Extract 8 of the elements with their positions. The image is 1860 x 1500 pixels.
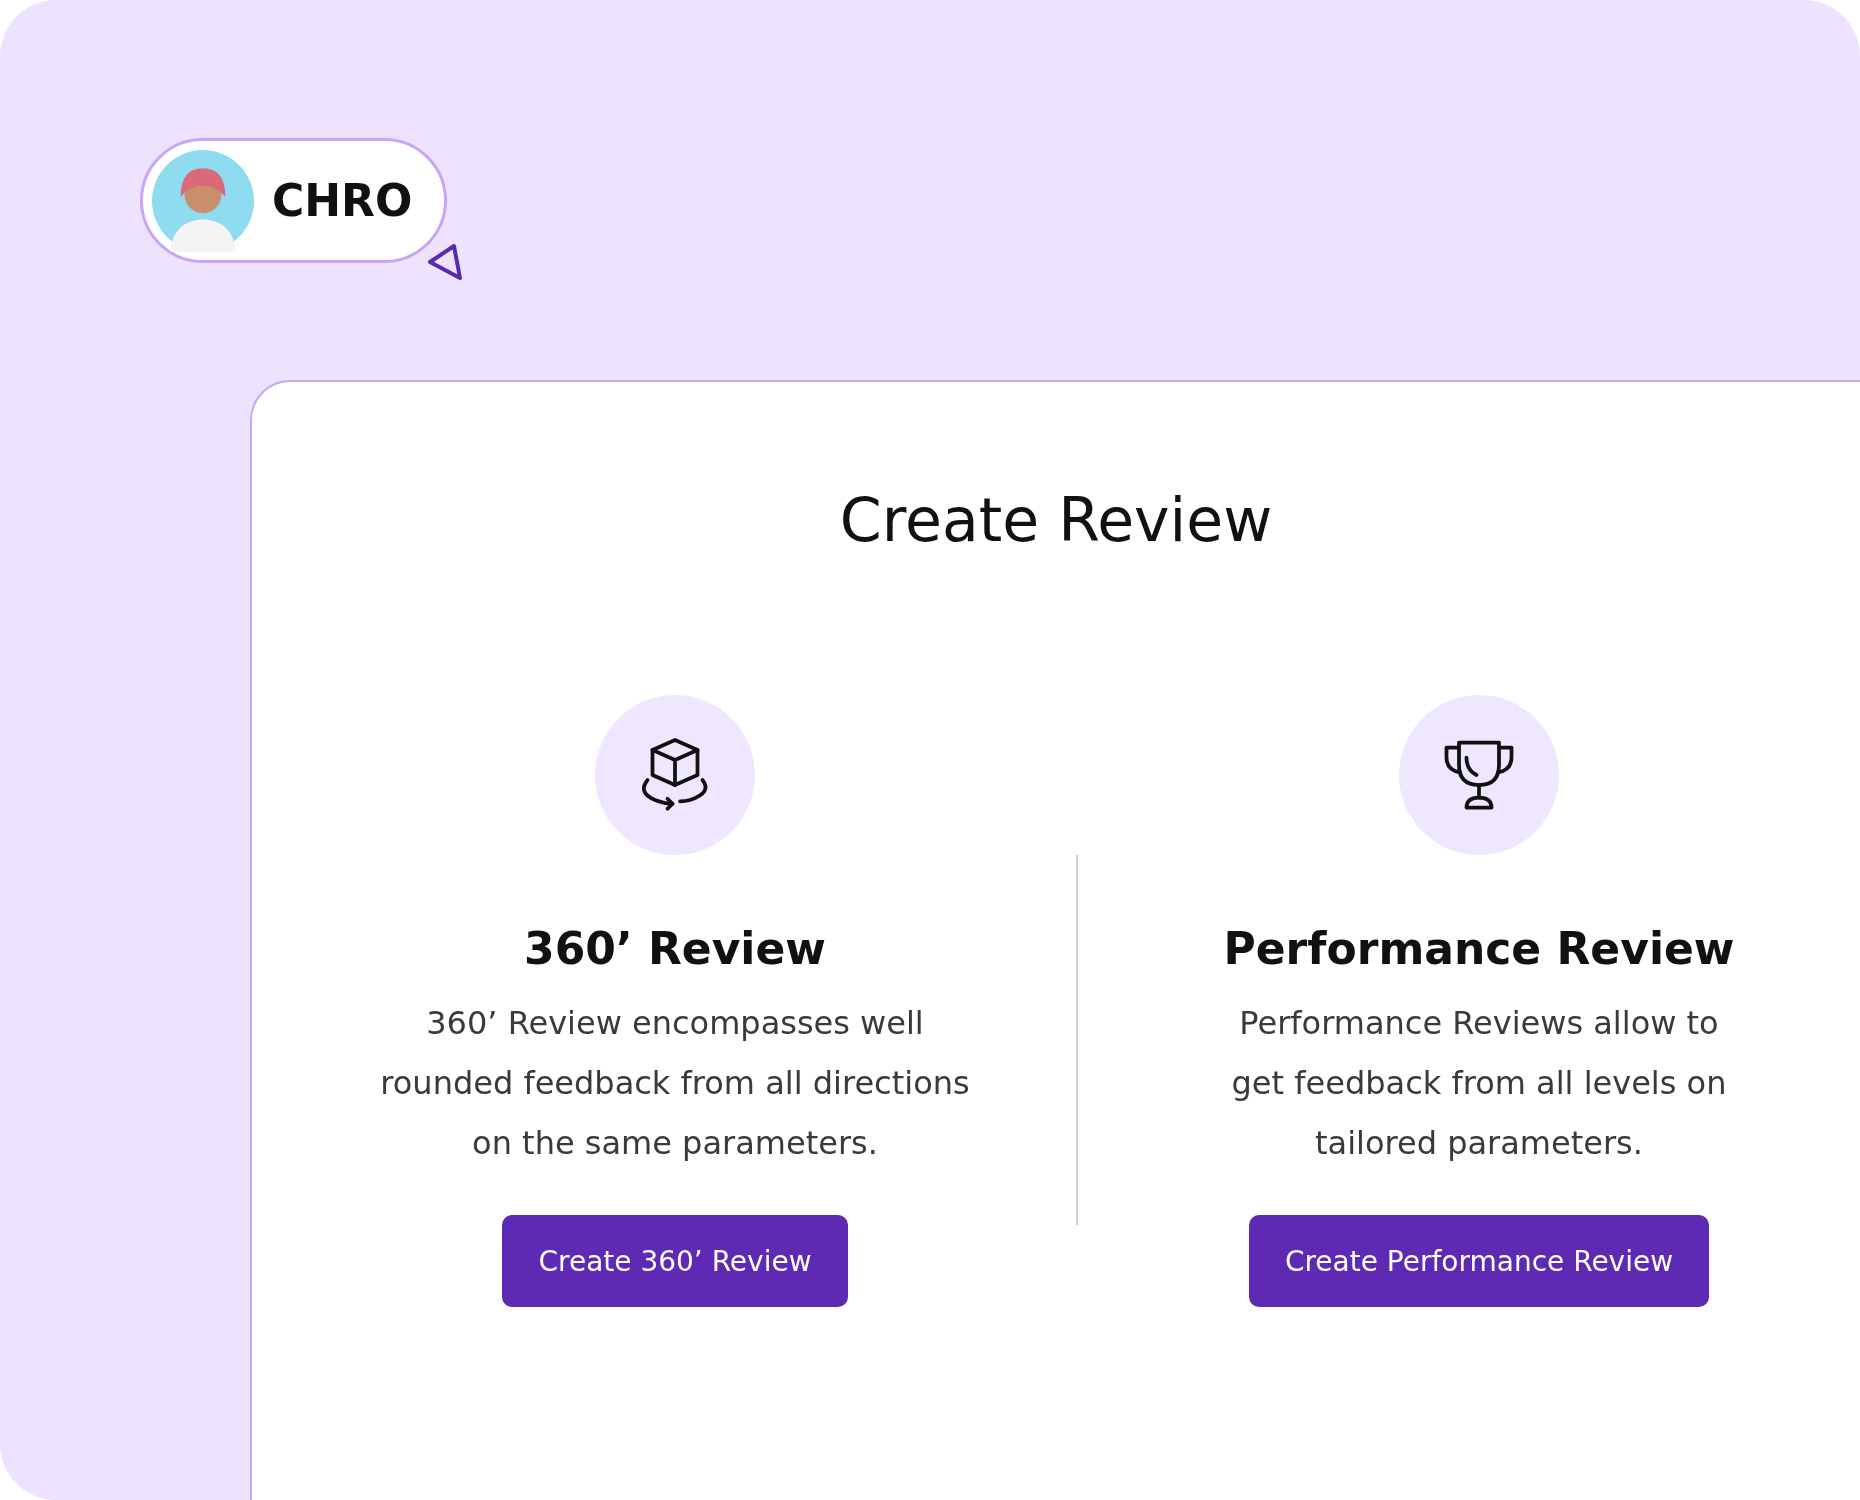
option-title: 360’ Review [524, 922, 826, 976]
option-title: Performance Review [1223, 922, 1735, 976]
page-title: Create Review [838, 484, 1274, 557]
option-description: 360’ Review encompasses well rounded feedback from all directions on the same parameters. [380, 1003, 970, 1164]
user-role-label: CHRO [272, 175, 413, 226]
option-description: Performance Reviews allow to get feedback from all levels on tailored parameters. [1231, 1003, 1727, 1164]
create-button[interactable]: Create Performance Review [1248, 1215, 1710, 1307]
create-button[interactable]: Create 360’ Review [502, 1215, 848, 1307]
